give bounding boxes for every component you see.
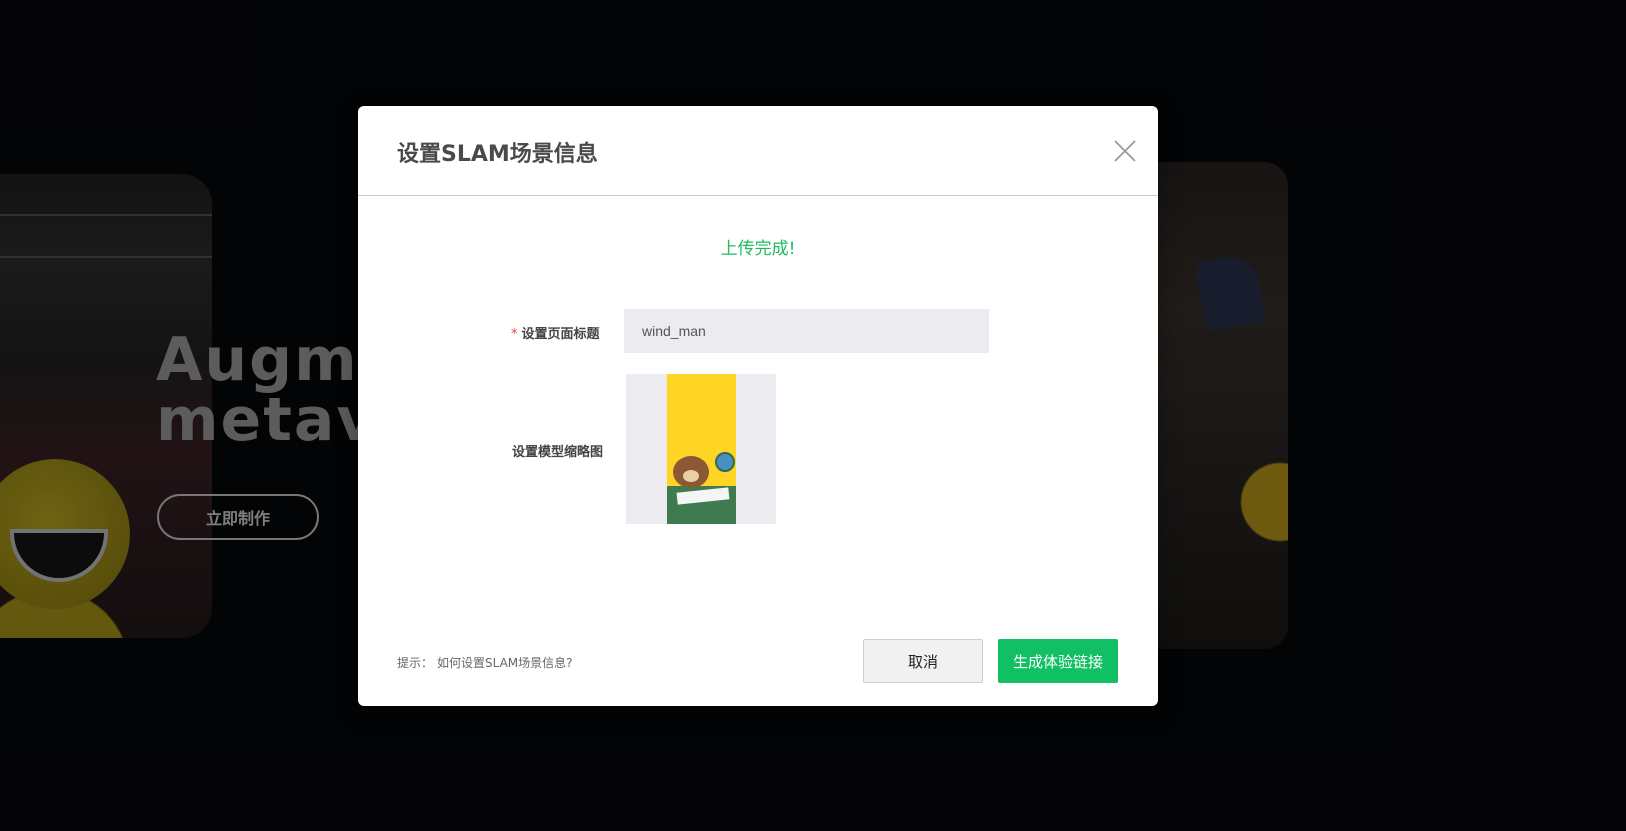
dialog-title: 设置SLAM场景信息 xyxy=(397,142,598,167)
required-mark: * xyxy=(511,327,518,342)
slam-settings-dialog: 设置SLAM场景信息 上传完成! *设置页面标题 设置模型缩略图 提示：如何设置… xyxy=(358,106,1158,706)
thumbnail-upload[interactable] xyxy=(626,374,776,524)
close-icon xyxy=(1114,140,1136,162)
help-hint: 提示： 如何设置SLAM场景信息? xyxy=(397,654,573,671)
help-link[interactable]: 如何设置SLAM场景信息? xyxy=(437,656,573,670)
page-title-label: * 设置页面标题 xyxy=(511,323,600,342)
dialog-header: 设置SLAM场景信息 xyxy=(358,106,1158,196)
page-title-input[interactable] xyxy=(624,309,989,353)
page-title-label-text: 设置页面标题 xyxy=(521,327,600,342)
close-button[interactable] xyxy=(1110,136,1140,166)
generate-link-button[interactable]: 生成体验链接 xyxy=(998,639,1118,683)
hint-prefix: 提示： xyxy=(397,656,434,670)
thumbnail-image xyxy=(667,374,736,524)
thumbnail-label: 设置模型缩略图 xyxy=(512,445,604,460)
cancel-button[interactable]: 取消 xyxy=(863,639,983,683)
upload-status: 上传完成! xyxy=(720,239,796,259)
